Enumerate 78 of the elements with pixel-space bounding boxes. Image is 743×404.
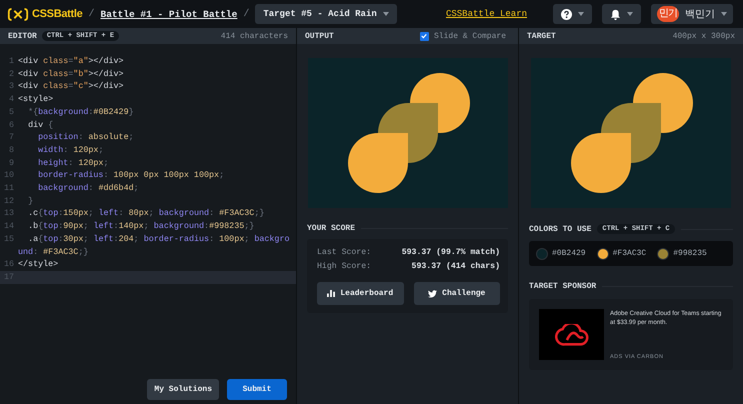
line-number: 3 <box>8 80 15 94</box>
color-swatch[interactable] <box>598 248 608 258</box>
bar-chart-icon <box>327 290 336 297</box>
solutions-button[interactable]: My Solutions <box>147 379 219 400</box>
breadcrumb-separator: / <box>243 8 250 20</box>
score-label: Last Score: <box>317 247 372 259</box>
line-number: 12 <box>2 194 15 208</box>
code-line: </style> <box>18 258 58 271</box>
section-title: COLORS TO USE <box>529 224 592 234</box>
score-value: 593.37 (99.7% match) <box>402 247 500 259</box>
code-line: width: 120px; <box>37 144 104 157</box>
user-menu-button[interactable]: 민기 백민기 <box>651 4 733 24</box>
submit-button[interactable]: Submit <box>227 379 287 400</box>
line-number: 14 <box>2 220 15 233</box>
line-number: 2 <box>8 68 15 80</box>
section-title: TARGET SPONSOR <box>529 282 596 291</box>
section-title: YOUR SCORE <box>307 224 356 233</box>
bell-icon <box>610 8 621 20</box>
user-name: 백민기 <box>685 8 715 21</box>
caret-icon <box>382 12 389 16</box>
notifications-button[interactable] <box>602 4 641 24</box>
challenge-button[interactable]: Challenge <box>414 282 500 305</box>
code-line: <div class="a"></div> <box>18 55 124 68</box>
color-swatch[interactable] <box>658 248 668 258</box>
line-number: 7 <box>8 131 15 144</box>
code-line: <style> <box>18 93 54 106</box>
code-line: <div class="c"></div> <box>18 80 124 94</box>
color-code[interactable]: #0B2429 <box>552 249 586 258</box>
line-number: 9 <box>8 156 15 170</box>
line-number: 15 <box>2 232 15 246</box>
line-number: 6 <box>8 118 15 132</box>
user-avatar: 민기 <box>657 6 679 22</box>
caret-icon <box>721 12 727 16</box>
score-label: High Score: <box>317 261 372 273</box>
code-line: background: #dd6b4d; <box>37 182 139 195</box>
panel-title: TARGET <box>527 32 556 40</box>
line-number: 1 <box>8 55 15 68</box>
line-number: 5 <box>8 106 15 119</box>
code-line: border-radius: 100px 0px 100px 100px; <box>37 169 224 182</box>
color-code[interactable]: #998235 <box>673 249 707 258</box>
panel-title: OUTPUT <box>305 32 334 40</box>
code-line: <div class="b"></div> <box>18 68 124 80</box>
line-number: 13 <box>2 207 15 220</box>
line-number: 11 <box>2 182 15 195</box>
code-line: .a{top:30px; left:204; border-radius: 100px; background: #F3AC3C;} <box>18 232 291 258</box>
target-size: 400px x 300px <box>672 32 735 40</box>
checkbox-label: Slide & Compare <box>434 32 506 40</box>
battle-link[interactable]: Battle #1 - Pilot Battle <box>100 8 238 20</box>
code-line: *{background:#0B2429} <box>27 106 134 119</box>
line-number: 10 <box>2 169 15 182</box>
ad-image[interactable] <box>539 309 604 360</box>
panel-title: EDITOR <box>8 32 37 40</box>
learn-link[interactable]: CSSBattle Learn <box>446 9 527 19</box>
target-dropdown[interactable]: Target #5 - Acid Rain <box>255 4 397 24</box>
help-icon <box>561 8 572 20</box>
code-line: } <box>27 194 34 208</box>
line-number: 8 <box>8 144 15 157</box>
color-swatch[interactable] <box>537 248 547 258</box>
color-code[interactable]: #F3AC3C <box>612 249 646 258</box>
slide-compare-checkbox[interactable] <box>420 32 429 40</box>
line-number: 16 <box>2 258 15 271</box>
code-line: div { <box>27 118 54 132</box>
code-line: position: absolute; <box>37 131 134 144</box>
code-line: .b{top:90px; left:140px; background:#998235;} <box>27 220 254 233</box>
caret-icon <box>627 12 633 16</box>
character-count: 414 characters <box>220 32 288 40</box>
logo-text[interactable]: CSSBattle <box>32 8 82 20</box>
help-button[interactable] <box>553 4 592 24</box>
score-value: 593.37 (414 chars) <box>412 261 500 273</box>
loop-logo-icon <box>554 324 588 346</box>
logo-icon <box>7 8 29 20</box>
breadcrumb-separator: / <box>88 8 94 20</box>
code-line: height: 120px; <box>37 156 108 170</box>
caret-icon <box>578 12 584 16</box>
bird-icon <box>428 290 438 298</box>
code-line: .c{top:150px; left: 80px; background: #F3AC3C;} <box>27 207 264 220</box>
line-number: 4 <box>8 93 15 106</box>
leaderboard-button[interactable]: Leaderboard <box>317 282 404 305</box>
